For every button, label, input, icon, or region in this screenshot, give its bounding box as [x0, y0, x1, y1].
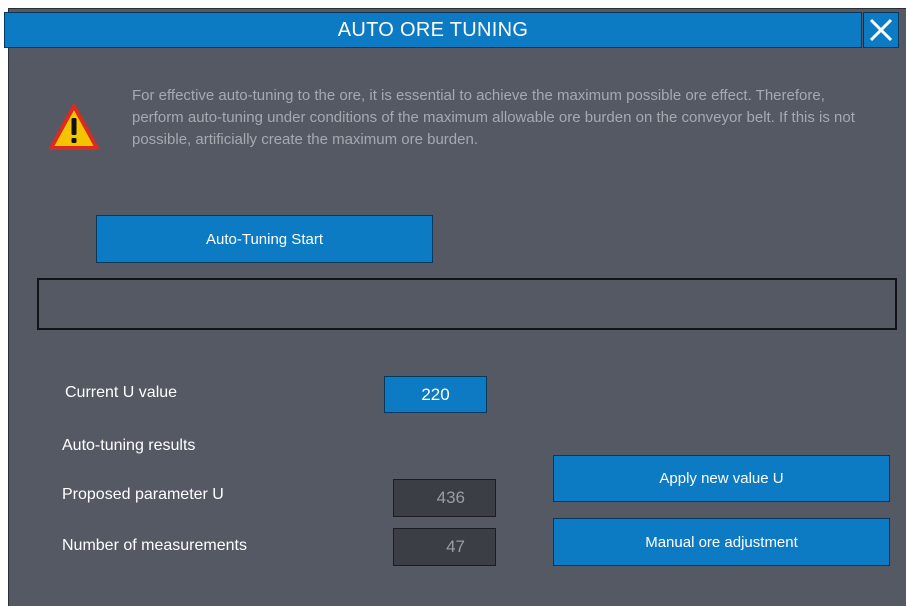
auto-tuning-start-button[interactable]: Auto-Tuning Start [96, 215, 433, 263]
number-of-measurements-label: Number of measurements [62, 537, 247, 554]
warning-message: For effective auto-tuning to the ore, it… [132, 87, 855, 148]
status-display [37, 278, 897, 330]
apply-new-value-button[interactable]: Apply new value U [553, 455, 890, 502]
current-u-label: Current U value [65, 384, 178, 401]
proposed-parameter-label: Proposed parameter U [62, 486, 224, 503]
apply-new-value-label: Apply new value U [659, 470, 784, 487]
proposed-parameter-value: 436 [436, 488, 465, 507]
dialog-title: AUTO ORE TUNING [337, 18, 529, 41]
current-u-value: 220 [421, 384, 450, 404]
dialog-title-bar: AUTO ORE TUNING [4, 12, 862, 48]
close-button[interactable] [863, 12, 899, 48]
manual-ore-adjustment-button[interactable]: Manual ore adjustment [553, 518, 890, 566]
number-of-measurements-value-field: 47 [393, 528, 496, 566]
manual-ore-adjustment-label: Manual ore adjustment [645, 533, 798, 551]
current-u-value-field[interactable]: 220 [384, 376, 487, 413]
auto-tuning-start-label: Auto-Tuning Start [205, 230, 323, 248]
close-icon [869, 18, 893, 42]
warning-icon [49, 104, 99, 150]
proposed-parameter-value-field: 436 [393, 479, 496, 517]
auto-tuning-results-heading: Auto-tuning results [62, 437, 196, 454]
number-of-measurements-value: 47 [446, 537, 465, 556]
